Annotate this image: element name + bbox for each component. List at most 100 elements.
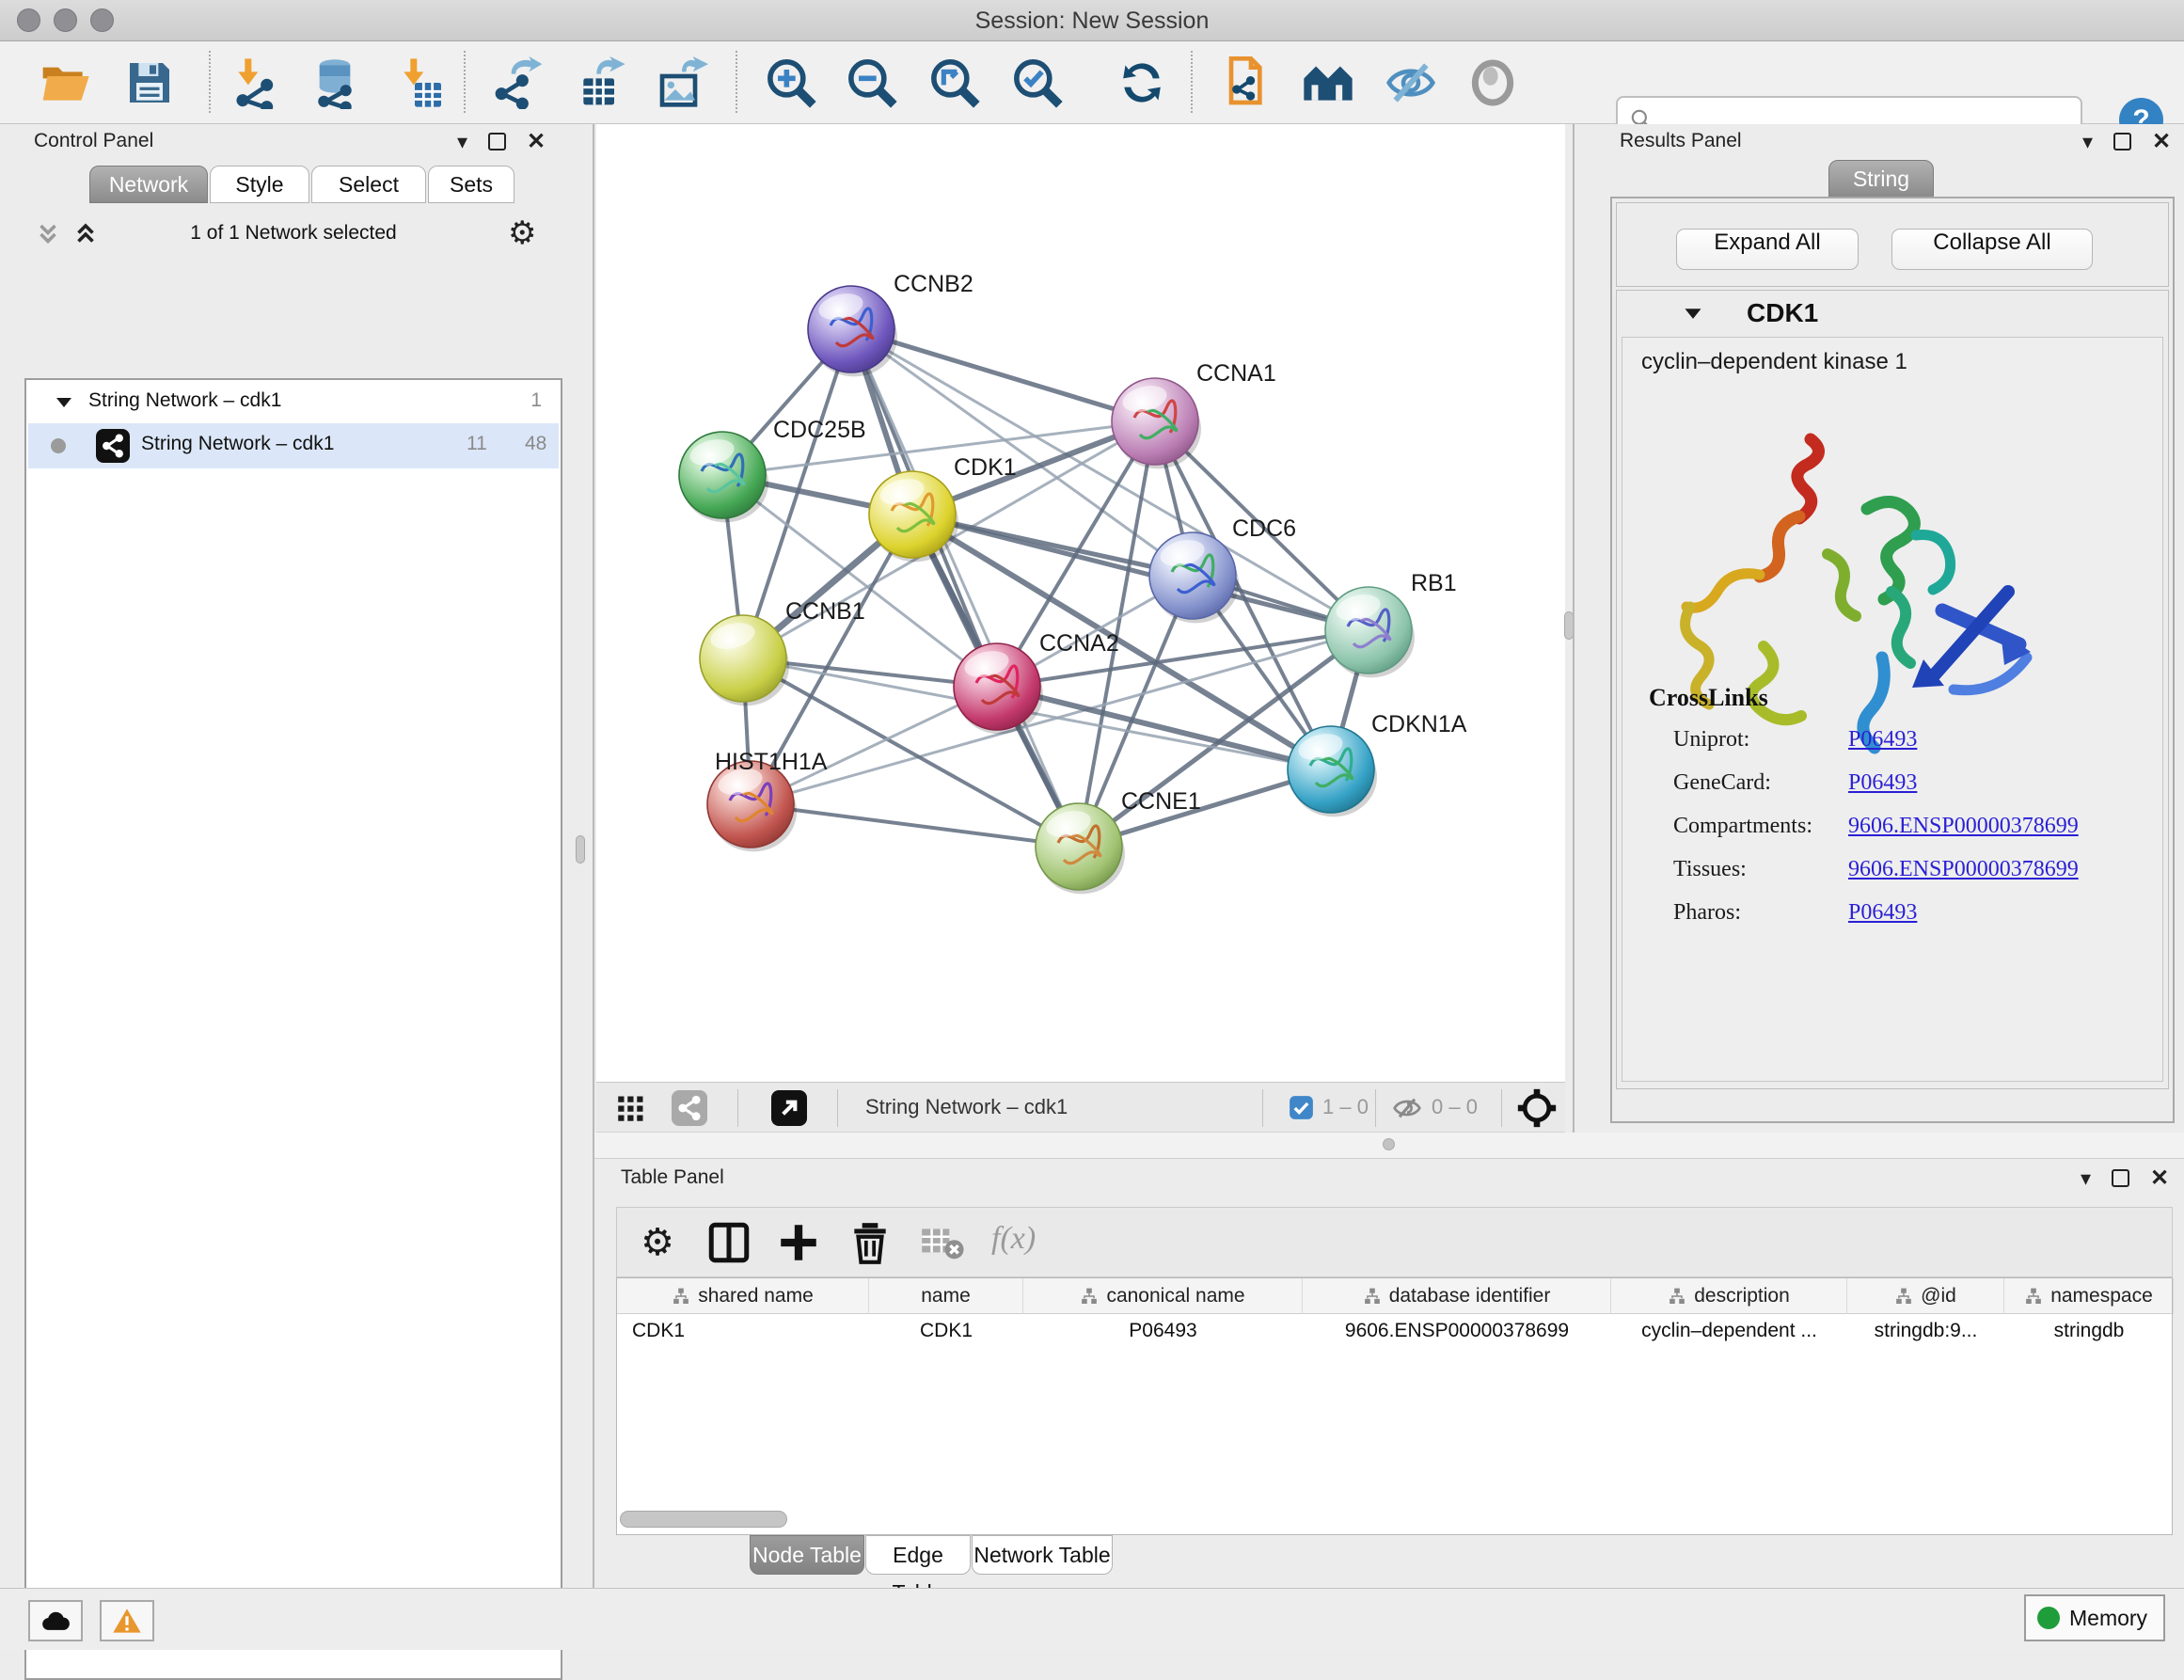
results-panel-float-icon[interactable]: [2113, 133, 2131, 151]
cloud-button[interactable]: [28, 1600, 83, 1641]
table-panel-close-icon[interactable]: ✕: [2150, 1165, 2169, 1192]
column-header-database-identifier[interactable]: database identifier: [1303, 1278, 1611, 1314]
export-network-icon[interactable]: [494, 56, 546, 109]
delete-column-icon[interactable]: [847, 1219, 894, 1266]
zoom-selected-icon[interactable]: [1011, 56, 1064, 109]
import-network-icon[interactable]: [229, 56, 282, 109]
collection-expand-icon[interactable]: [55, 395, 73, 415]
column-header--id[interactable]: @id: [1847, 1278, 2004, 1314]
crosslink-label: Uniprot:: [1673, 727, 1749, 753]
node-label-CCNB2: CCNB2: [894, 271, 973, 297]
toolbar-separator: [209, 51, 211, 113]
add-column-icon[interactable]: [775, 1219, 822, 1266]
node-CDKN1A[interactable]: CDKN1A: [1288, 711, 1467, 816]
selected-node-edge-counts: 1 – 0: [1322, 1095, 1369, 1119]
table-cell[interactable]: cyclin–dependent ...: [1611, 1320, 1847, 1354]
table-cell[interactable]: stringdb: [2004, 1320, 2174, 1354]
tab-node-table[interactable]: Node Table: [750, 1535, 864, 1575]
table-panel-float-icon[interactable]: [2112, 1169, 2129, 1187]
node-CCNA1[interactable]: CCNA1: [1112, 360, 1276, 468]
toolbar-separator: [1191, 51, 1193, 113]
edge-HIST1H1A-CCNE1[interactable]: [751, 804, 1079, 847]
birdseye-navigator-icon[interactable]: [1516, 1087, 1558, 1133]
network-collection-row[interactable]: String Network – cdk1 1: [28, 382, 559, 423]
home-pages-icon[interactable]: [1302, 56, 1354, 109]
table-cell[interactable]: CDK1: [869, 1320, 1023, 1354]
tab-style[interactable]: Style: [210, 166, 309, 203]
show-columns-icon[interactable]: [705, 1219, 752, 1266]
crosslink-value-link[interactable]: P06493: [1848, 770, 1917, 796]
table-panel-collapse-icon[interactable]: ▾: [2081, 1166, 2091, 1191]
import-string-icon[interactable]: [1218, 56, 1271, 109]
gene-collapse-icon[interactable]: [1683, 306, 1703, 326]
node-HIST1H1A[interactable]: HIST1H1A: [707, 749, 828, 851]
save-session-icon[interactable]: [123, 56, 176, 109]
horizontal-splitter[interactable]: [594, 1133, 2184, 1159]
export-table-icon[interactable]: [575, 56, 627, 109]
crosslinks-title: CrossLinks: [1649, 684, 1768, 712]
tab-string[interactable]: String: [1828, 160, 1934, 198]
selected-checkbox-icon[interactable]: [1289, 1095, 1314, 1120]
horizontal-splitter-handle[interactable]: [1383, 1138, 1395, 1150]
export-image-icon[interactable]: [656, 56, 708, 109]
edge-CCNB2-CCNE1[interactable]: [851, 329, 1079, 847]
vertical-splitter-handle-left[interactable]: [576, 835, 585, 864]
column-header-shared-name[interactable]: shared name: [617, 1278, 869, 1314]
table-cell[interactable]: P06493: [1023, 1320, 1303, 1354]
zoom-out-icon[interactable]: [846, 56, 898, 109]
import-network-database-icon[interactable]: [309, 56, 361, 109]
node-RB1[interactable]: RB1: [1325, 570, 1457, 677]
crosslink-value-link[interactable]: 9606.ENSP00000378699: [1848, 814, 2079, 839]
crosslink-value-link[interactable]: P06493: [1848, 727, 1917, 753]
node-label-CDC6: CDC6: [1232, 515, 1296, 542]
open-session-icon[interactable]: [39, 56, 91, 109]
table-horizontal-scrollbar[interactable]: [620, 1511, 787, 1528]
preview-eye-icon[interactable]: [1466, 56, 1519, 109]
warning-button[interactable]: [100, 1600, 154, 1641]
zoom-fit-icon[interactable]: [928, 56, 981, 109]
node-CDK1[interactable]: CDK1: [869, 454, 1017, 562]
expand-all-button[interactable]: Expand All: [1676, 229, 1859, 270]
edge-CDK1-RB1[interactable]: [912, 515, 1369, 630]
column-header-name[interactable]: name: [869, 1278, 1023, 1314]
control-panel-close-icon[interactable]: ✕: [527, 128, 546, 155]
table-options-gear-icon[interactable]: ⚙: [634, 1219, 681, 1266]
crosslink-value-link[interactable]: P06493: [1848, 900, 1917, 926]
node-label-CCNB1: CCNB1: [785, 598, 865, 625]
cloud-icon: [40, 1609, 71, 1632]
network-canvas[interactable]: CCNB2CCNA1CDC25BCDK1CDC6RB1CCNB1CCNA2CDK…: [596, 124, 1565, 1082]
results-panel-collapse-icon[interactable]: ▾: [2082, 130, 2093, 154]
show-hide-icon[interactable]: [1385, 56, 1437, 109]
collapse-all-button[interactable]: Collapse All: [1891, 229, 2093, 270]
tab-edge-table[interactable]: Edge Table: [865, 1535, 971, 1575]
results-panel-close-icon[interactable]: ✕: [2152, 128, 2171, 155]
tab-select[interactable]: Select: [311, 166, 426, 203]
tab-network-table[interactable]: Network Table: [972, 1535, 1113, 1575]
control-panel-collapse-icon[interactable]: ▾: [457, 130, 467, 154]
network-type-icon[interactable]: [672, 1090, 707, 1126]
network-options-gear-icon[interactable]: ⚙: [508, 214, 536, 252]
table-cell[interactable]: stringdb:9...: [1847, 1320, 2004, 1354]
crosslink-value-link[interactable]: 9606.ENSP00000378699: [1848, 857, 2079, 882]
grid-view-icon[interactable]: [617, 1094, 645, 1127]
table-cell[interactable]: 9606.ENSP00000378699: [1303, 1320, 1611, 1354]
column-header-namespace[interactable]: namespace: [2004, 1278, 2174, 1314]
memory-button[interactable]: Memory: [2024, 1594, 2165, 1641]
open-in-window-icon[interactable]: [771, 1090, 807, 1126]
control-panel-float-icon[interactable]: [488, 133, 506, 151]
import-table-icon[interactable]: [395, 56, 448, 109]
statusbar-separator: [1262, 1089, 1263, 1127]
node-CCNB1[interactable]: CCNB1: [700, 598, 865, 705]
refresh-icon[interactable]: [1116, 56, 1168, 109]
tab-sets[interactable]: Sets: [428, 166, 514, 203]
node-label-CDC25B: CDC25B: [773, 417, 866, 443]
tab-network[interactable]: Network: [89, 166, 208, 203]
zoom-in-icon[interactable]: [765, 56, 817, 109]
edge-CCNB2-CCNA1[interactable]: [851, 329, 1155, 421]
network-row-selected[interactable]: String Network – cdk1 11 48: [28, 423, 559, 468]
hidden-eye-slash-icon[interactable]: [1392, 1093, 1422, 1128]
column-tree-icon: [1080, 1288, 1099, 1305]
column-header-description[interactable]: description: [1611, 1278, 1847, 1314]
table-cell[interactable]: CDK1: [617, 1320, 869, 1354]
column-header-canonical-name[interactable]: canonical name: [1023, 1278, 1303, 1314]
